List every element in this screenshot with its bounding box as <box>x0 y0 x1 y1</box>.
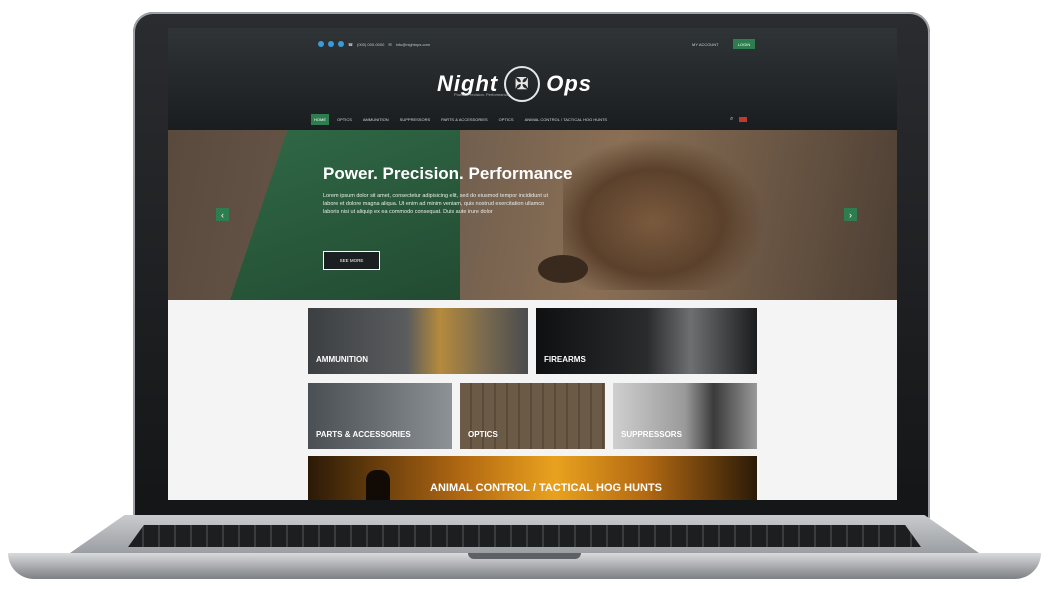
email-icon: ✉ <box>388 41 392 47</box>
nav-item-home[interactable]: HOME <box>311 114 329 125</box>
category-tile-ammunition[interactable]: AMMUNITION <box>308 308 528 374</box>
twitter-icon[interactable] <box>328 41 334 47</box>
main-nav: HOME OPTICS AMMUNITION SUPPRESSORS PARTS… <box>311 114 610 125</box>
boar-emblem-icon: ✠ <box>504 66 541 102</box>
phone-icon: ☎ <box>348 41 353 47</box>
top-bar: ☎ (000) 000-0000 ✉ info@nightops.com <box>318 41 430 47</box>
login-button[interactable]: LOGIN <box>733 39 755 49</box>
tile-label: SUPPRESSORS <box>621 430 682 439</box>
hero-text: Lorem ipsum dolor sit amet, consectetur … <box>323 193 549 215</box>
tile-label: FIREARMS <box>544 355 586 364</box>
language-flag-icon[interactable] <box>739 117 748 122</box>
logo-tagline: Power. Precision. Performance <box>454 92 509 97</box>
laptop-base <box>8 515 1041 585</box>
search-icon[interactable]: ⌕ <box>730 116 733 123</box>
category-tile-optics[interactable]: OPTICS <box>460 383 605 449</box>
slider-next-arrow-icon[interactable]: › <box>844 208 857 221</box>
hero-boar-image <box>563 140 763 290</box>
tile-label: PARTS & ACCESSORIES <box>316 430 411 439</box>
nav-item-optics-2[interactable]: OPTICS <box>496 114 517 125</box>
slider-prev-arrow-icon[interactable]: ‹ <box>216 208 229 221</box>
see-more-button[interactable]: SEE MORE <box>323 251 380 270</box>
nav-item-parts[interactable]: PARTS & ACCESSORIES <box>438 114 491 125</box>
hero-slider: Power. Precision. Performance Lorem ipsu… <box>168 130 897 300</box>
hero-boar-snout <box>538 255 588 283</box>
my-account-link[interactable]: MY ACCOUNT <box>692 42 719 47</box>
nav-item-animal-control[interactable]: ANIMAL CONTROL / TACTICAL HOG HUNTS <box>522 114 611 125</box>
nav-item-ammunition[interactable]: AMMUNITION <box>360 114 392 125</box>
hero-title: Power. Precision. Performance <box>323 164 573 183</box>
nav-item-suppressors[interactable]: SUPPRESSORS <box>397 114 433 125</box>
youtube-icon[interactable] <box>338 41 344 47</box>
nav-item-optics[interactable]: OPTICS <box>334 114 355 125</box>
nav-tools: ⌕ <box>730 116 748 123</box>
laptop-keyboard <box>128 525 921 547</box>
phone-number[interactable]: (000) 000-0000 <box>357 42 384 47</box>
category-tile-firearms[interactable]: FIREARMS <box>536 308 757 374</box>
category-tile-animal-control[interactable]: ANIMAL CONTROL / TACTICAL HOG HUNTS <box>308 456 757 500</box>
category-tile-suppressors[interactable]: SUPPRESSORS <box>613 383 757 449</box>
laptop-screen: ☎ (000) 000-0000 ✉ info@nightops.com MY … <box>168 28 897 500</box>
facebook-icon[interactable] <box>318 41 324 47</box>
category-tile-parts[interactable]: PARTS & ACCESSORIES <box>308 383 452 449</box>
tile-label: OPTICS <box>468 430 498 439</box>
tile-label: AMMUNITION <box>316 355 368 364</box>
hunter-silhouette <box>366 470 390 500</box>
site-header: ☎ (000) 000-0000 ✉ info@nightops.com MY … <box>168 28 897 130</box>
logo-text-right: Ops <box>546 71 592 96</box>
email-address[interactable]: info@nightops.com <box>396 42 430 47</box>
tile-label: ANIMAL CONTROL / TACTICAL HOG HUNTS <box>430 482 663 494</box>
laptop-notch <box>468 553 581 559</box>
